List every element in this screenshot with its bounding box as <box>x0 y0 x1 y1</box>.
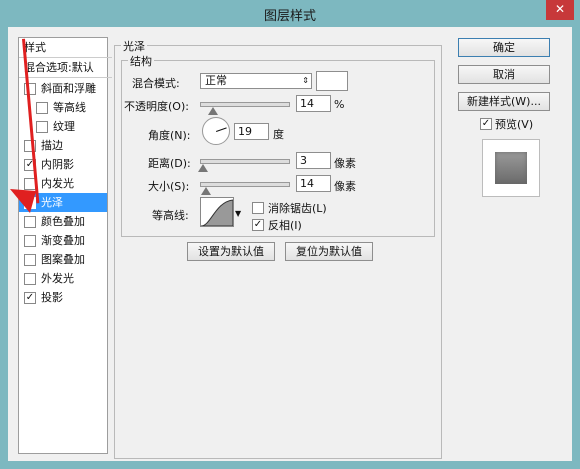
satin-color-swatch[interactable] <box>316 71 348 91</box>
size-unit: 像素 <box>334 180 356 193</box>
blending-options-item[interactable]: 混合选项:默认 <box>19 58 112 78</box>
invert-checkbox[interactable]: ✓ <box>252 219 264 231</box>
new-style-button[interactable]: 新建样式(W)... <box>458 92 550 111</box>
select-arrows-icon: ⇕ <box>302 76 309 85</box>
angle-label: 角度(N): <box>148 129 191 142</box>
checkbox-outer-glow[interactable] <box>24 273 36 285</box>
reset-default-button[interactable]: 复位为默认值 <box>285 242 373 261</box>
checkbox-drop-shadow[interactable]: ✓ <box>24 292 36 304</box>
title-bar: 图层样式 ✕ <box>0 0 580 27</box>
invert-label: 反相(I) <box>268 219 302 232</box>
dialog-content: 样式 混合选项:默认 斜面和浮雕 等高线 纹理 描边 ✓ 内阴影 内发光 光泽 … <box>8 27 572 461</box>
ok-button[interactable]: 确定 <box>458 38 550 57</box>
style-item-drop-shadow[interactable]: ✓ 投影 <box>19 288 107 307</box>
satin-group: 光泽 结构 混合模式: 正常 ⇕ 不透明度(O): 14 % 角度(N): 19… <box>114 38 442 459</box>
blend-mode-label: 混合模式: <box>132 77 180 90</box>
preview-label: 预览(V) <box>495 118 534 131</box>
checkbox-contour[interactable] <box>36 102 48 114</box>
style-preview <box>482 139 540 197</box>
satin-section-title: 光泽 <box>121 38 147 54</box>
style-item-label: 外发光 <box>41 272 74 285</box>
style-item-label: 渐变叠加 <box>41 234 85 247</box>
style-item-outer-glow[interactable]: 外发光 <box>19 269 107 288</box>
style-item-label: 纹理 <box>53 120 75 133</box>
size-label: 大小(S): <box>148 180 190 193</box>
style-item-label: 等高线 <box>53 101 86 114</box>
contour-label: 等高线: <box>152 209 189 222</box>
opacity-unit: % <box>334 98 345 111</box>
contour-dropdown-icon[interactable]: ▼ <box>235 209 241 218</box>
close-button[interactable]: ✕ <box>546 0 574 20</box>
opacity-input[interactable]: 14 <box>296 95 331 112</box>
checkbox-color-overlay[interactable] <box>24 216 36 228</box>
angle-dial[interactable] <box>202 117 230 145</box>
style-item-gradient-overlay[interactable]: 渐变叠加 <box>19 231 107 250</box>
contour-preview[interactable] <box>200 197 234 227</box>
cancel-button[interactable]: 取消 <box>458 65 550 84</box>
preview-checkbox[interactable]: ✓ <box>480 118 492 130</box>
angle-input[interactable]: 19 <box>234 123 269 140</box>
style-item-pattern-overlay[interactable]: 图案叠加 <box>19 250 107 269</box>
opacity-label: 不透明度(O): <box>124 100 189 113</box>
style-item-label: 图案叠加 <box>41 253 85 266</box>
checkbox-pattern-overlay[interactable] <box>24 254 36 266</box>
dialog-title: 图层样式 <box>263 9 316 24</box>
style-item-bevel-emboss[interactable]: 斜面和浮雕 <box>19 79 107 98</box>
opacity-slider[interactable] <box>200 102 290 115</box>
structure-title: 结构 <box>128 53 154 69</box>
layer-style-dialog: 图层样式 ✕ 样式 混合选项:默认 斜面和浮雕 等高线 纹理 描边 ✓ 内阴影 … <box>0 0 580 469</box>
set-default-button[interactable]: 设置为默认值 <box>187 242 275 261</box>
style-item-label: 投影 <box>41 291 63 304</box>
window-frame-left <box>0 27 8 469</box>
contour-curve-icon <box>201 199 233 226</box>
checkbox-texture[interactable] <box>36 121 48 133</box>
distance-slider[interactable] <box>197 159 290 172</box>
size-slider-thumb[interactable] <box>201 187 212 195</box>
style-item-label: 描边 <box>41 139 63 152</box>
opacity-slider-thumb[interactable] <box>208 107 219 115</box>
angle-dial-indicator <box>216 127 227 132</box>
style-item-contour[interactable]: 等高线 <box>19 98 107 117</box>
window-frame-bottom <box>0 461 580 469</box>
window-frame-right <box>572 27 580 469</box>
styles-list: 样式 混合选项:默认 斜面和浮雕 等高线 纹理 描边 ✓ 内阴影 内发光 光泽 … <box>18 37 112 454</box>
annotation-arrow-head <box>10 189 36 213</box>
distance-slider-thumb[interactable] <box>197 164 208 172</box>
structure-group: 结构 混合模式: 正常 ⇕ 不透明度(O): 14 % 角度(N): 19 度 … <box>121 53 435 237</box>
anti-alias-checkbox[interactable] <box>252 202 264 214</box>
angle-unit: 度 <box>273 128 284 141</box>
blend-mode-value: 正常 <box>205 74 227 87</box>
distance-label: 距离(D): <box>148 157 191 170</box>
preview-thumbnail <box>495 152 527 184</box>
styles-header[interactable]: 样式 <box>19 38 112 58</box>
distance-unit: 像素 <box>334 157 356 170</box>
size-slider[interactable] <box>200 182 290 195</box>
checkbox-gradient-overlay[interactable] <box>24 235 36 247</box>
style-item-label: 斜面和浮雕 <box>41 82 96 95</box>
style-item-label: 内阴影 <box>41 158 74 171</box>
anti-alias-label: 消除锯齿(L) <box>268 202 327 215</box>
distance-input[interactable]: 3 <box>296 152 331 169</box>
size-input[interactable]: 14 <box>296 175 331 192</box>
blend-mode-select[interactable]: 正常 ⇕ <box>200 73 312 89</box>
